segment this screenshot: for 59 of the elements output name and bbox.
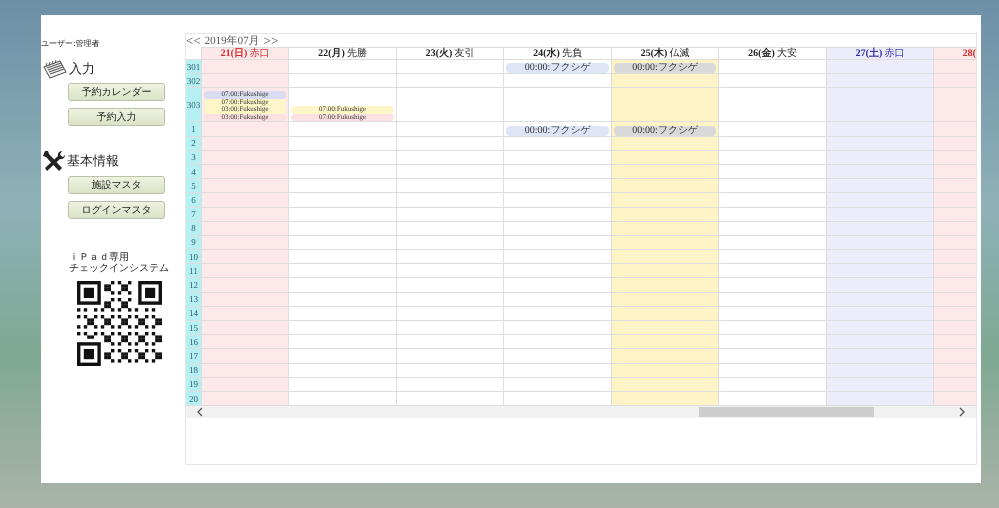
room-label: 6 [186, 193, 201, 208]
room-label: 301 [186, 60, 201, 74]
caption-text: ｉＰａｄ専用 [69, 252, 130, 263]
room-label: 303 [186, 88, 201, 122]
caption-text: チェックインシステム [69, 263, 170, 274]
rokuyo-label: 先勝 [346, 48, 367, 59]
tools-icon [42, 150, 66, 172]
room-label: 17 [186, 349, 201, 364]
rokuyo-label: 友引 [454, 48, 474, 59]
room-label: 19 [186, 378, 201, 392]
section-title: 入力 [69, 61, 95, 78]
room-label: 302 [186, 74, 201, 88]
rokuyo-label: 赤口 [249, 48, 270, 59]
room-label: 11 [186, 264, 201, 278]
day-heading: 27(土) [856, 48, 882, 59]
room-label: 4 [186, 164, 201, 180]
menu-button[interactable]: 予約入力 [68, 108, 165, 126]
month-title: 2019年07月 [204, 34, 260, 48]
room-label: 15 [186, 321, 201, 336]
day-heading: 24(水) [533, 48, 560, 59]
booking-entry[interactable]: 00:00:フクシゲ [614, 63, 716, 74]
scroll-left-icon [196, 407, 204, 418]
room-label: 10 [186, 250, 201, 264]
day-heading: 22(月) [318, 48, 345, 59]
rokuyo-label: 仏滅 [669, 48, 690, 59]
day-heading: 23(火) [426, 48, 452, 59]
user-label: ユーザー:管理者 [41, 38, 101, 49]
booking-entry[interactable]: 00:00:フクシゲ [506, 126, 609, 136]
next-month-link[interactable]: >> [264, 32, 278, 48]
day-heading: 28( [962, 48, 976, 59]
room-label: 3 [186, 150, 201, 165]
previous-month-link[interactable]: << [186, 32, 201, 48]
room-label: 1 [186, 122, 201, 137]
menu-button[interactable]: ログインマスタ [68, 201, 165, 219]
room-label: 16 [186, 335, 201, 350]
scroll-right-icon [958, 407, 966, 418]
room-label: 14 [186, 306, 201, 321]
rokuyo-label: 赤口 [884, 48, 904, 59]
room-label: 8 [186, 222, 201, 236]
room-label: 5 [186, 179, 201, 194]
booking-entry[interactable]: 00:00:フクシゲ [614, 126, 716, 136]
room-label: 13 [186, 292, 201, 307]
day-heading: 25(木) [640, 48, 668, 59]
menu-button[interactable]: 予約カレンダー [68, 83, 165, 101]
rokuyo-label: 大安 [776, 48, 797, 59]
day-heading: 21(日) [220, 48, 248, 59]
day-heading: 26(金) [748, 48, 775, 59]
room-label: 2 [186, 136, 201, 151]
room-label: 18 [186, 364, 201, 378]
room-label: 12 [186, 278, 201, 293]
booking-entry[interactable]: 00:00:フクシゲ [506, 63, 609, 74]
room-label: 20 [186, 392, 201, 406]
horizontal-scrollbar[interactable] [186, 406, 976, 418]
menu-button[interactable]: 施設マスタ [68, 176, 165, 194]
scrollbar-thumb[interactable] [699, 407, 874, 418]
room-label: 7 [186, 208, 201, 222]
room-label: 9 [186, 236, 201, 250]
rokuyo-label: 先負 [562, 48, 582, 59]
section-title: 基本情報 [67, 153, 119, 170]
